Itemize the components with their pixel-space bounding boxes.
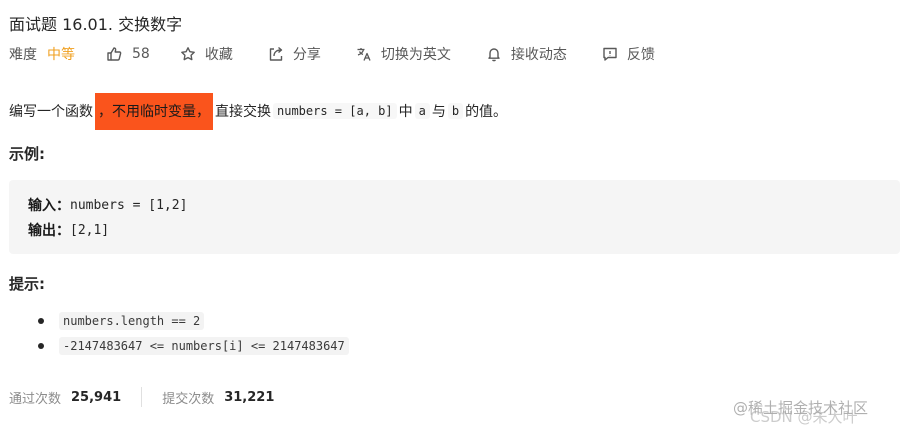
submission-stats: 通过次数 25,941 提交次数 31,221 [9,387,274,407]
example-input-label: 输入： [28,198,70,214]
favorite-button[interactable]: 收藏 [180,44,233,64]
follow-updates-label: 接收动态 [510,47,567,63]
share-label: 分享 [292,47,321,63]
bullet-icon [38,318,44,324]
hint-code: -2147483647 <= numbers[i] <= 2147483647 [59,337,349,355]
star-icon [180,47,195,61]
problem-title: 面试题 16.01. 交换数字 [9,15,183,34]
feedback-button[interactable]: 反馈 [602,44,655,64]
example-output-value: [2,1] [70,222,110,238]
description-text: 编写一个函数 [9,104,93,120]
bullet-icon [38,343,44,349]
example-output-label: 输出： [28,223,70,239]
hint-code: numbers.length == 2 [59,312,205,330]
share-icon [269,46,283,61]
description-text: 中 [398,104,413,120]
submitted-label: 提交次数 [162,391,215,407]
translate-icon [357,48,371,61]
stats-divider [141,387,143,407]
description-text: 与 [431,104,446,120]
bell-icon [488,48,500,62]
problem-toolbar: 难度 中等 58 收藏 分享 切换为英文 接收动态 反馈 [9,44,690,64]
difficulty-value: 中等 [47,47,75,63]
thumbs-up-icon [107,47,122,61]
problem-description: 编写一个函数 ，不用临时变量， 直接交换 numbers = [a, b] 中 … [9,92,507,130]
feedback-label: 反馈 [626,47,655,63]
submitted-count: 31,221 [224,389,275,405]
example-input-value: numbers = [1,2] [70,197,188,213]
switch-language-button[interactable]: 切换为英文 [356,44,451,64]
inline-code: a [414,103,430,119]
like-button[interactable]: 58 [106,46,150,62]
switch-language-label: 切换为英文 [380,47,451,63]
example-heading: 示例: [9,145,45,163]
like-count: 58 [132,46,150,62]
accepted-count: 25,941 [71,389,122,405]
highlighted-text: ，不用临时变量， [95,92,213,130]
accepted-label: 通过次数 [9,391,62,407]
list-item: -2147483647 <= numbers[i] <= 2147483647 [38,337,349,355]
example-output-line: 输出： [2,1] [28,220,109,240]
list-item: numbers.length == 2 [38,312,205,330]
example-input-line: 输入： numbers = [1,2] [28,195,187,215]
follow-updates-button[interactable]: 接收动态 [486,44,567,64]
inline-code: b [447,103,464,119]
difficulty-label: 难度 [9,47,37,63]
description-text: 的值。 [465,104,508,120]
favorite-label: 收藏 [204,47,233,63]
watermark: CSDN @朱大叶 [750,408,858,426]
example-block: 输入： numbers = [1,2] 输出： [2,1] [9,180,900,254]
description-text: 直接交换 [215,104,271,120]
share-button[interactable]: 分享 [268,44,321,64]
feedback-icon [603,47,617,61]
inline-code: numbers = [a, b] [273,103,397,119]
hints-heading: 提示: [9,275,45,293]
